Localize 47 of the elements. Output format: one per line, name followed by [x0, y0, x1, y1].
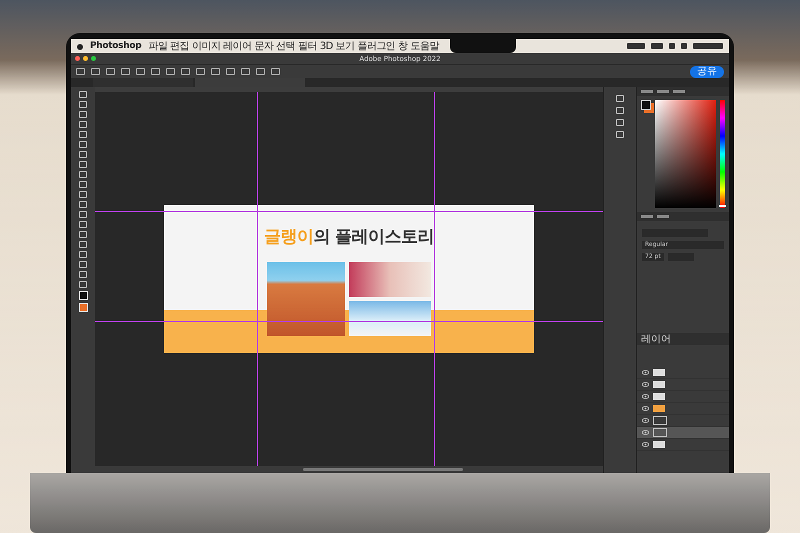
eye-icon[interactable]	[642, 370, 649, 375]
menu-item[interactable]: 플러그인	[358, 39, 396, 53]
close-icon[interactable]	[75, 56, 80, 61]
menu-item[interactable]: 이미지	[192, 39, 220, 53]
color-picker-field[interactable]	[655, 100, 716, 208]
layer-row[interactable]	[637, 403, 729, 415]
menu-item[interactable]: 파일	[148, 39, 168, 53]
menu-item[interactable]: 문자	[254, 39, 274, 53]
layer-thumbnail	[653, 441, 665, 448]
hue-slider-thumb[interactable]	[719, 204, 726, 207]
layer-thumbnail	[653, 369, 665, 376]
menu-item[interactable]: 창	[398, 39, 408, 53]
layer-thumbnail	[653, 428, 667, 437]
menu-item[interactable]: 필터	[298, 39, 317, 53]
app-menu[interactable]: Photoshop	[90, 41, 142, 51]
apple-icon[interactable]	[77, 42, 83, 50]
foreground-swatch[interactable]	[78, 291, 88, 300]
scrollbar-thumb[interactable]	[303, 468, 463, 471]
menu-item[interactable]: 보기	[336, 39, 355, 53]
layer-thumbnail	[653, 405, 665, 412]
layer-row[interactable]	[637, 367, 729, 379]
hue-slider[interactable]	[720, 100, 725, 208]
eye-icon[interactable]	[642, 394, 649, 399]
menu-item[interactable]: 도움말	[410, 39, 439, 53]
menu-item[interactable]: 3D	[320, 40, 333, 52]
layer-row[interactable]	[637, 379, 729, 391]
background-swatch[interactable]	[78, 303, 88, 312]
menu-item[interactable]: 선택	[276, 39, 296, 53]
menu-item[interactable]: 레이어	[223, 39, 252, 53]
share-button[interactable]: 공유	[690, 66, 724, 78]
maximize-icon[interactable]	[91, 56, 96, 61]
camera-notch	[450, 39, 516, 53]
layer-thumbnail	[653, 381, 665, 388]
layer-row[interactable]	[637, 439, 729, 451]
layer-row[interactable]	[637, 427, 729, 439]
layer-thumbnail	[653, 393, 665, 400]
eye-icon[interactable]	[642, 406, 649, 411]
eye-icon[interactable]	[642, 430, 649, 435]
layer-thumbnail	[653, 416, 667, 425]
menu-item[interactable]: 편집	[170, 39, 189, 53]
banner-title: 글랭이의 플레이스토리	[264, 226, 434, 248]
color-swatch[interactable]	[641, 100, 651, 110]
layer-row[interactable]	[637, 391, 729, 403]
eye-icon[interactable]	[642, 382, 649, 387]
minimize-icon[interactable]	[83, 56, 88, 61]
eye-icon[interactable]	[642, 418, 649, 423]
eye-icon[interactable]	[642, 442, 649, 447]
